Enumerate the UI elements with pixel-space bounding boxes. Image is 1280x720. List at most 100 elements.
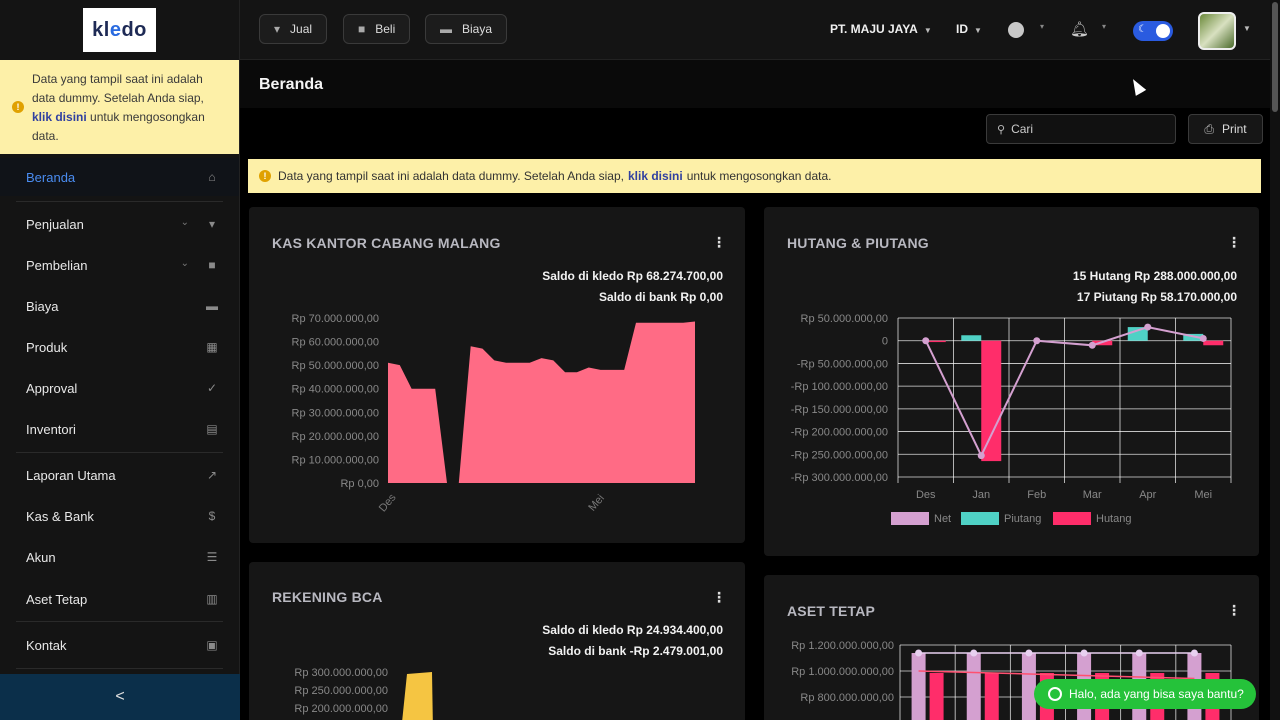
language-selector[interactable]: ID ▼ (956, 22, 982, 36)
caret-down-icon[interactable]: ▾ (1102, 22, 1106, 31)
sidebar-item-aset-tetap[interactable]: Aset Tetap ▥ (0, 580, 239, 618)
nav-divider (16, 201, 223, 202)
warning-icon: ! (12, 101, 24, 113)
page-scrollbar[interactable] (1270, 0, 1280, 720)
sidebar-item-approval[interactable]: Approval ✓ (0, 369, 239, 407)
sidebar-collapse-button[interactable]: < (0, 674, 240, 720)
app-root: kl e do ! Data yang tampil saat ini adalah… (0, 0, 1280, 720)
y-tick-label: Rp 60.000.000,00 (292, 337, 379, 349)
boxes-icon: ▦ (206, 340, 218, 354)
sidebar: kl e do ! Data yang tampil saat ini adalah… (0, 0, 240, 720)
legend-swatch (961, 512, 999, 525)
sidebar-item-label: Pembelian (26, 257, 88, 273)
kas-card: KAS KANTOR CABANG MALANG ⋮ Saldo di kled… (249, 207, 745, 543)
sidebar-item-beranda[interactable]: Beranda ⌂ (0, 158, 239, 196)
y-tick-label: Rp 20.000.000,00 (292, 431, 379, 443)
kledo-logo[interactable]: kl e do (83, 8, 156, 52)
aset-bar-penyusutan (929, 673, 944, 720)
hutang-bar (1203, 340, 1224, 346)
y-tick-label: 0 (882, 336, 888, 348)
beli-button[interactable]: ■ Beli (343, 14, 411, 44)
chevron-left-icon: < (115, 688, 125, 705)
avatar[interactable] (1198, 12, 1236, 50)
clock-icon[interactable] (1008, 22, 1024, 38)
dark-mode-toggle[interactable]: ☾ (1133, 21, 1173, 41)
sidebar-item-label: Beranda (26, 169, 76, 185)
moon-icon: ☾ (1138, 24, 1147, 35)
sidebar-alert-link[interactable]: klik disini (32, 110, 87, 124)
logo-text-left: kl (92, 18, 110, 41)
y-tick-label: -Rp 300.000.000,00 (791, 472, 888, 484)
bell-icon[interactable]: 🔔︎ (1070, 20, 1089, 38)
aset-bar-nilai (1021, 653, 1036, 720)
x-tick-label: Mei (586, 492, 607, 513)
bca-area-chart: Rp 300.000.000,00 Rp 250.000.000,00 Rp 200… (294, 667, 433, 720)
search-input[interactable]: ⚲ Cari (986, 114, 1176, 144)
sidebar-item-produk[interactable]: Produk ▦ (0, 328, 239, 366)
scrollbar-thumb[interactable] (1272, 2, 1278, 112)
net-point (977, 452, 985, 460)
warning-icon: ! (259, 170, 271, 182)
piutang-bar (961, 335, 982, 341)
search-placeholder: Cari (1011, 122, 1034, 136)
nav-divider (16, 452, 223, 453)
aset-point (1025, 649, 1033, 657)
sidebar-alert-text-before: Data yang tampil saat ini adalah data du… (32, 72, 204, 105)
net-point (1033, 337, 1041, 345)
x-tick-label: Mei (1194, 489, 1212, 501)
sidebar-item-inventori[interactable]: Inventori ▤ (0, 410, 239, 448)
biaya-button[interactable]: ▬ Biaya (425, 14, 508, 44)
net-point (1088, 341, 1096, 349)
sidebar-item-label: Biaya (26, 298, 59, 314)
sidebar-item-pembelian[interactable]: Pembelian ⌄ ■ (0, 246, 239, 284)
sidebar-item-label: Kontak (26, 637, 67, 653)
x-tick-label: Feb (1027, 489, 1046, 501)
bag-icon: ■ (358, 22, 366, 36)
chat-support-button[interactable]: Halo, ada yang bisa saya bantu? (1034, 679, 1256, 709)
toggle-knob (1156, 24, 1170, 38)
y-tick-label: Rp 250.000.000,00 (294, 685, 388, 697)
dollar-icon: $ (208, 509, 216, 523)
kas-area-chart: Rp 70.000.000,00 Rp 60.000.000,00 Rp 50.00… (292, 313, 695, 514)
legend-swatch (891, 512, 929, 525)
y-tick-label: Rp 1.200.000.000,00 (791, 640, 894, 652)
x-tick-label: Des (377, 491, 399, 514)
y-tick-label: Rp 50.000.000,00 (801, 313, 888, 325)
biaya-label: Biaya (462, 22, 493, 36)
y-tick-label: Rp 50.000.000,00 (292, 360, 379, 372)
print-button[interactable]: ⎙ Print (1188, 114, 1263, 144)
printer-icon: ⎙ (1204, 121, 1214, 136)
chevron-down-icon: ⌄ (180, 258, 189, 269)
y-tick-label: Rp 800.000.000,00 (800, 692, 894, 704)
chevron-down-icon: ⌄ (180, 217, 189, 228)
sidebar-item-biaya[interactable]: Biaya ▬ (0, 287, 239, 325)
aset-point (915, 649, 923, 657)
building-icon: ▥ (206, 592, 218, 606)
sidebar-item-kontak[interactable]: Kontak ▣ (0, 626, 239, 664)
y-tick-label: Rp 0,00 (340, 478, 379, 490)
aset-bar-nilai (966, 653, 981, 720)
alert-link[interactable]: klik disini (628, 169, 683, 183)
aset-point (970, 649, 978, 657)
y-tick-label: -Rp 150.000.000,00 (791, 404, 888, 416)
sidebar-item-penjualan[interactable]: Penjualan ⌄ ▾ (0, 205, 239, 243)
hutang-card: HUTANG & PIUTANG ⋮ 15 Hutang Rp 288.000.… (764, 207, 1259, 556)
aset-point (1135, 649, 1143, 657)
basket-icon: ▾ (208, 217, 216, 231)
caret-down-icon[interactable]: ▾ (1040, 22, 1044, 31)
jual-label: Jual (290, 22, 313, 36)
sidebar-item-kas-bank[interactable]: Kas & Bank $ (0, 497, 239, 535)
aset-bar-nilai (911, 653, 926, 720)
logo-text-accent: e (109, 18, 122, 41)
x-tick-label: Des (916, 489, 936, 501)
basket-icon: ▾ (274, 22, 281, 36)
net-point (1144, 323, 1152, 331)
card-icon: ▬ (206, 299, 218, 313)
sidebar-item-akun[interactable]: Akun ☰ (0, 538, 239, 576)
net-point (1199, 334, 1207, 342)
jual-button[interactable]: ▾ Jual (259, 14, 328, 44)
sidebar-item-laporan-utama[interactable]: Laporan Utama ↗ (0, 456, 239, 494)
y-tick-label: Rp 300.000.000,00 (294, 667, 388, 679)
caret-down-icon[interactable]: ▼ (1243, 24, 1251, 33)
company-selector[interactable]: PT. MAJU JAYA ▼ (830, 22, 932, 36)
